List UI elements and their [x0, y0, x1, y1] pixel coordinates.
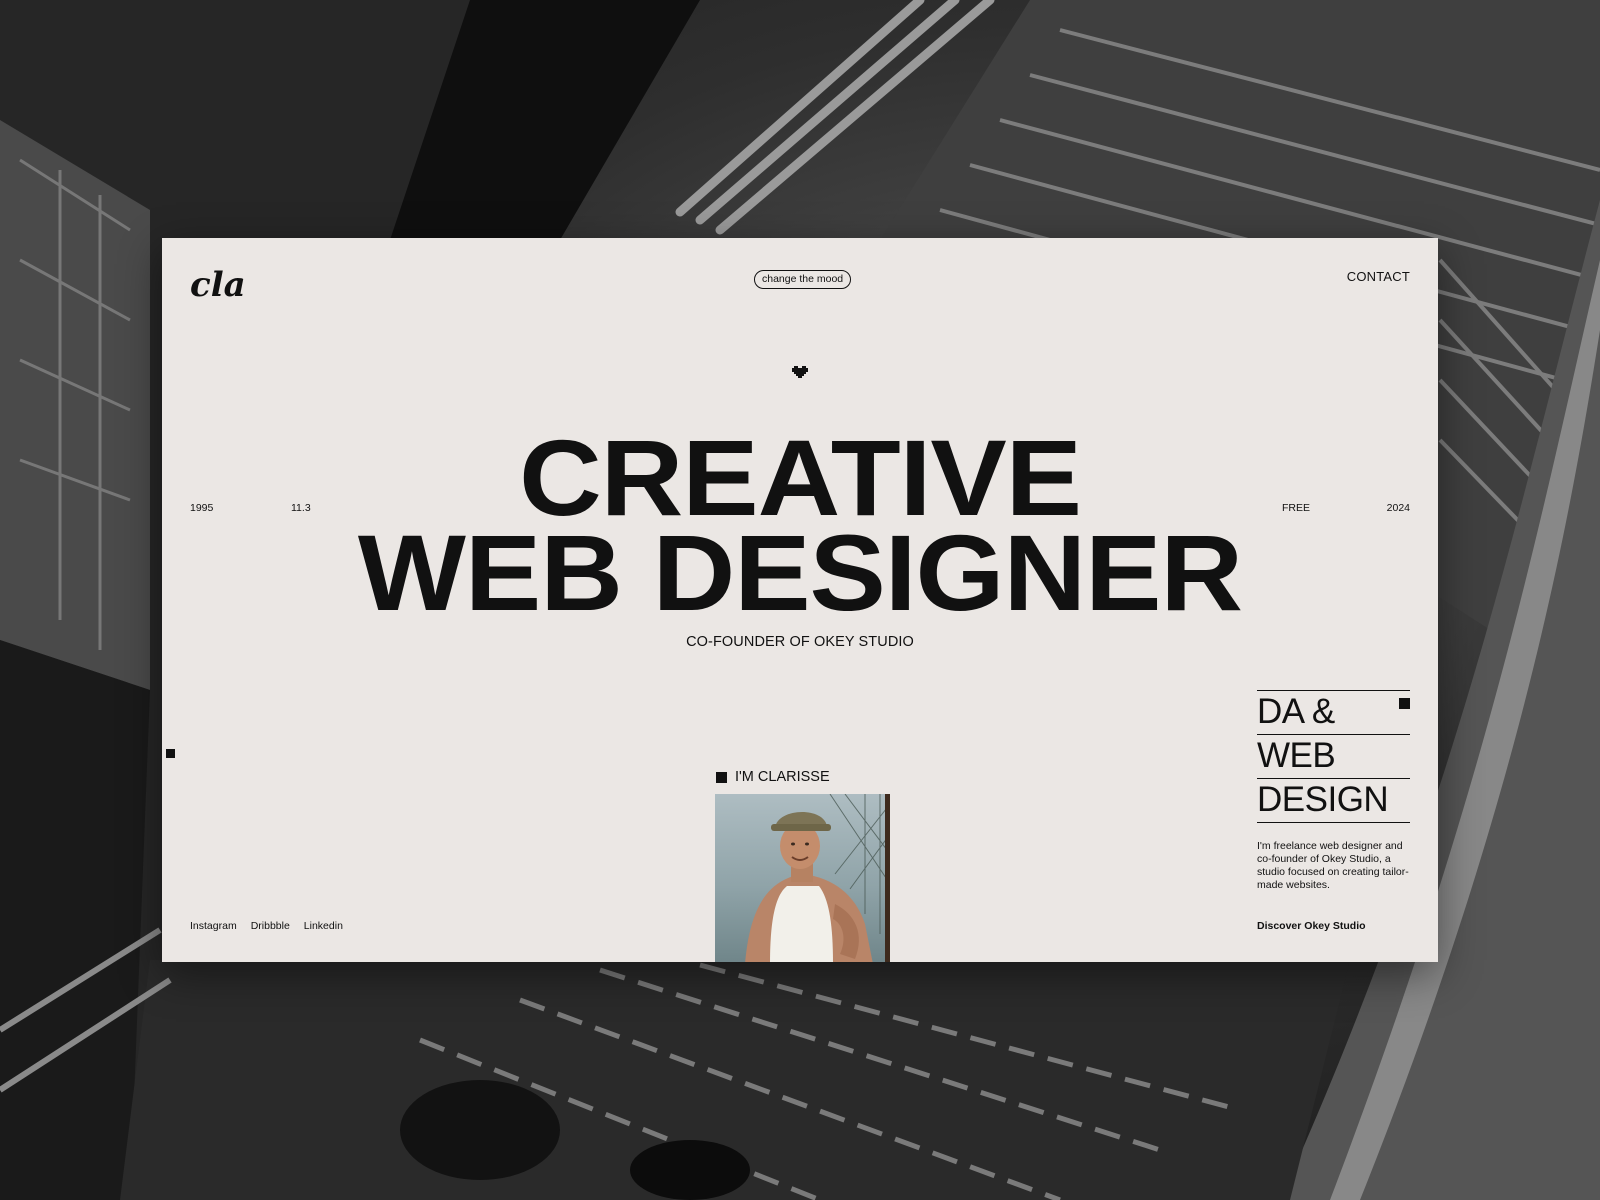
dribbble-link[interactable]: Dribbble: [251, 920, 290, 932]
change-mood-button[interactable]: change the mood: [754, 270, 852, 289]
headline-line-1: CREATIVE: [519, 417, 1082, 538]
square-bullet-icon: [1399, 698, 1410, 709]
discipline-row: WEB: [1257, 734, 1410, 778]
discipline-row: DESIGN: [1257, 778, 1410, 823]
instagram-link[interactable]: Instagram: [190, 920, 237, 932]
logo-wordmark: cla: [190, 266, 244, 302]
cla-logo-icon: cla: [190, 266, 244, 302]
social-links: Instagram Dribbble Linkedin: [190, 920, 343, 932]
portrait-photo: [715, 794, 890, 962]
square-bullet-icon: [716, 771, 727, 783]
intro-label: I'M CLARISSE: [716, 769, 830, 785]
discover-studio-link[interactable]: Discover Okey Studio: [1257, 920, 1366, 932]
site-logo[interactable]: cla: [190, 266, 244, 302]
contact-link[interactable]: CONTACT: [1347, 269, 1410, 284]
hero-subheadline: CO-FOUNDER OF OKEY STUDIO: [686, 634, 914, 650]
headline-line-2: WEB DESIGNER: [357, 512, 1243, 633]
pixel-heart-icon: [792, 366, 808, 378]
square-bullet-icon: [166, 749, 175, 758]
website-card: cla change the mood CONTACT 1995 11.3 FR…: [162, 238, 1438, 962]
discipline-list: DA & WEB DESIGN: [1257, 690, 1410, 823]
discipline-row: DA &: [1257, 690, 1410, 734]
portrait-illustration: [715, 794, 890, 962]
intro-text: I'M CLARISSE: [735, 769, 830, 785]
linkedin-link[interactable]: Linkedin: [304, 920, 343, 932]
hero-headline: CREATIVE WEB DESIGNER: [162, 417, 1438, 633]
bio-text: I'm freelance web designer and co-founde…: [1257, 840, 1409, 891]
